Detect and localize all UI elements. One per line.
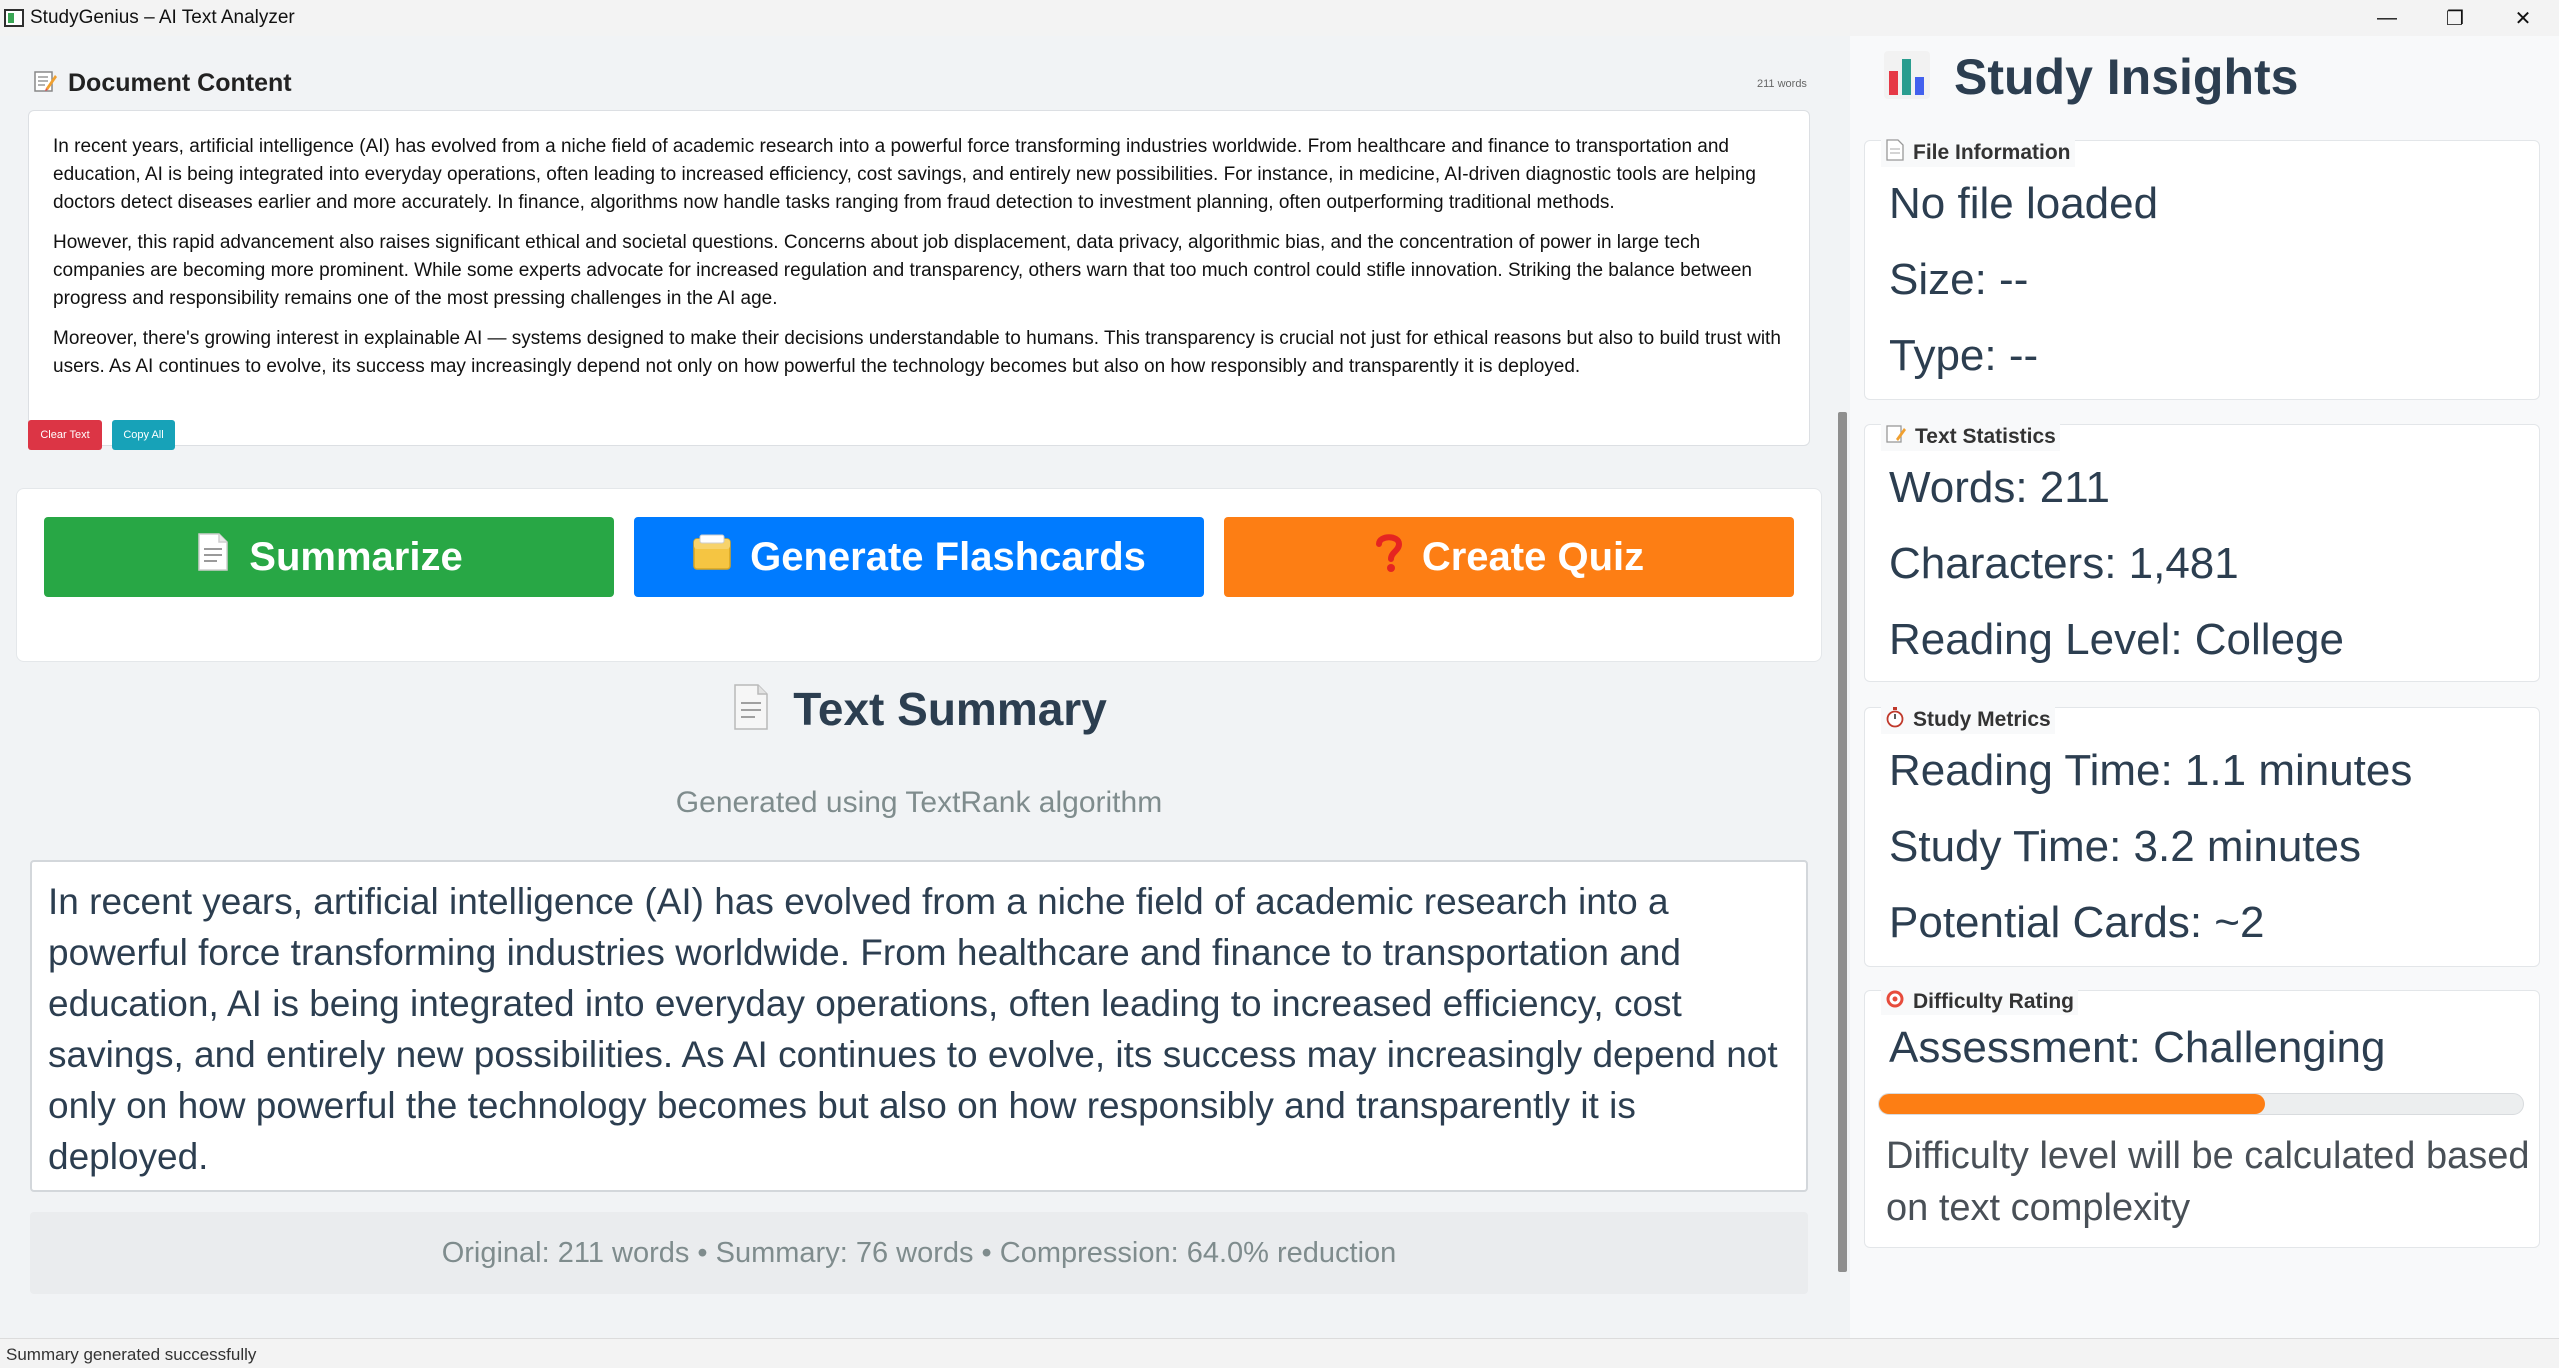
study-metrics-title: Study Metrics [1881,706,2055,734]
text-statistics-title: Text Statistics [1881,423,2060,451]
text-statistics-card: Text Statistics Words: 211 Characters: 1… [1864,423,2540,682]
app-icon [4,9,24,27]
file-information-card: File Information No file loaded Size: --… [1864,139,2540,400]
potential-cards-stat: Potential Cards: ~2 [1889,898,2265,947]
copy-all-button[interactable]: Copy All [112,420,175,450]
memo-icon [32,68,58,99]
summarize-button[interactable]: Summarize [44,517,614,597]
file-size: Size: -- [1889,255,2029,304]
summary-subtitle: Generated using TextRank algorithm [675,786,1163,819]
word-count-stat: Words: 211 [1889,463,2110,512]
card-index-icon [692,533,732,581]
page-icon [731,683,771,736]
reading-time-stat: Reading Time: 1.1 minutes [1889,746,2413,795]
scrollbar-thumb[interactable] [1838,412,1847,1272]
file-name: No file loaded [1889,179,2159,228]
file-type: Type: -- [1889,331,2039,380]
status-bar: Summary generated successfully [0,1338,2559,1368]
question-mark-icon [1374,531,1404,583]
create-quiz-button[interactable]: Create Quiz [1224,517,1794,597]
title-bar: StudyGenius – AI Text Analyzer — ❐ ✕ [0,0,2559,36]
flashcards-label: Generate Flashcards [750,534,1146,579]
document-header: Document Content [32,68,292,99]
reading-level-stat: Reading Level: College [1889,615,2344,664]
memo-icon [1885,423,1907,451]
document-title: Document Content [68,69,292,97]
summary-stats: Original: 211 words • Summary: 76 words … [30,1212,1808,1294]
insights-header: Study Insights [1882,48,2298,106]
document-paragraph: In recent years, artificial intelligence… [53,136,1756,213]
difficulty-progress-bar [1878,1093,2524,1115]
difficulty-progress-fill [1879,1094,2266,1114]
document-text-area[interactable]: In recent years, artificial intelligence… [28,110,1810,446]
status-message: Summary generated successfully [6,1345,257,1364]
difficulty-rating-title: Difficulty Rating [1881,989,2078,1015]
word-count-label: 211 words [1757,78,1807,90]
target-icon [1885,989,1905,1015]
character-count-stat: Characters: 1,481 [1889,539,2239,588]
study-time-stat: Study Time: 3.2 minutes [1889,822,2361,871]
summary-title: Text Summary [793,683,1107,735]
document-icon [195,532,231,582]
difficulty-assessment: Assessment: Challenging [1889,1023,2386,1072]
difficulty-note: Difficulty level will be calculated base… [1886,1135,2530,1229]
generate-flashcards-button[interactable]: Generate Flashcards [634,517,1204,597]
window-title: StudyGenius – AI Text Analyzer [30,7,295,28]
bar-chart-icon [1882,49,1932,106]
close-button[interactable]: ✕ [2488,0,2558,36]
minimize-button[interactable]: — [2352,0,2422,36]
insights-title: Study Insights [1954,49,2299,105]
document-paragraph: However, this rapid advancement also rai… [53,232,1752,309]
stopwatch-icon [1885,706,1905,734]
file-information-title: File Information [1881,139,2075,167]
summarize-label: Summarize [249,534,463,579]
summary-text-box[interactable]: In recent years, artificial intelligence… [30,860,1808,1192]
document-icon [1885,139,1905,167]
summary-heading: Text Summary [0,682,1838,736]
study-metrics-card: Study Metrics Reading Time: 1.1 minutes … [1864,706,2540,967]
restore-button[interactable]: ❐ [2420,0,2490,36]
clear-text-button[interactable]: Clear Text [28,420,102,450]
document-paragraph: Moreover, there's growing interest in ex… [53,328,1781,377]
quiz-label: Create Quiz [1421,534,1645,579]
